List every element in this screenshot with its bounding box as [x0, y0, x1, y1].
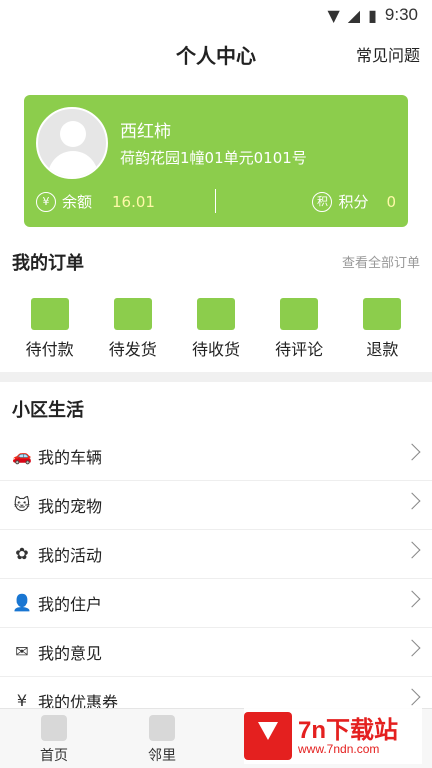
status-bar: ▼ ◢ ▮ 9:30 [0, 0, 432, 30]
order-shortcuts: 待付款 待发货 待收货 待评论 退款 [0, 298, 432, 360]
status-time: 9:30 [384, 5, 418, 24]
box-check-icon [196, 298, 235, 330]
resident-icon: 👤 [12, 593, 32, 612]
view-all-orders-link[interactable]: 查看全部订单 [342, 250, 420, 278]
user-card[interactable]: 西红柿 荷韵花园1幢01单元0101号 ¥ 余额 16.01 积 积分 0 [24, 95, 408, 227]
cat-icon: 🐱 [13, 495, 31, 514]
watermark: 7n下载站 www.7ndn.com [244, 708, 422, 764]
list-item-feedback[interactable]: ✉ 我的意见 [0, 628, 432, 677]
order-pending-review[interactable]: 待评论 [264, 298, 334, 360]
user-address: 荷韵花园1幢01单元0101号 [120, 149, 307, 167]
order-pending-receipt[interactable]: 待收货 [181, 298, 251, 360]
chevron-right-icon [403, 541, 421, 559]
list-item-pets[interactable]: 🐱 我的宠物 [0, 481, 432, 530]
list-item-vehicles[interactable]: 🚗 我的车辆 [0, 432, 432, 481]
neighbor-icon [149, 715, 175, 741]
order-pending-shipment[interactable]: 待发货 [98, 298, 168, 360]
download-icon [244, 712, 292, 760]
community-list: 🚗 我的车辆 🐱 我的宠物 ✿ 我的活动 👤 我的住户 ✉ 我的意见 ¥ 我的优… [0, 432, 432, 726]
community-title: 小区生活 [12, 400, 84, 421]
section-divider [0, 372, 432, 382]
car-icon: 🚗 [12, 446, 32, 465]
order-pending-payment[interactable]: 待付款 [15, 298, 85, 360]
yuan-icon: ¥ [36, 191, 56, 212]
orders-title: 我的订单 [12, 253, 84, 274]
balance-label: 余额 [62, 193, 93, 211]
header: 个人中心 常见问题 [0, 38, 432, 74]
divider [215, 189, 216, 213]
bottom-tabbar: 首页 邻里 7n下载站 www.7ndn.com [0, 708, 432, 768]
points-value: 0 [386, 192, 396, 211]
home-icon [41, 715, 67, 741]
order-refund[interactable]: 退款 [347, 298, 417, 360]
avatar[interactable] [36, 107, 108, 179]
activity-icon: ✿ [15, 544, 29, 563]
faq-link[interactable]: 常见问题 [356, 38, 420, 74]
points-label: 积分 [338, 193, 369, 211]
chevron-right-icon [403, 639, 421, 657]
list-item-residents[interactable]: 👤 我的住户 [0, 579, 432, 628]
points[interactable]: 积 积分 0 [312, 191, 396, 212]
battery-icon: ▮ [368, 5, 377, 25]
orders-header: 我的订单 查看全部订单 [12, 250, 420, 278]
user-name: 西红柿 [120, 122, 171, 142]
chevron-right-icon [403, 443, 421, 461]
balance[interactable]: ¥ 余额 16.01 [36, 191, 155, 212]
wifi-icon: ▼ [327, 5, 340, 25]
comment-edit-icon [280, 298, 319, 330]
feedback-icon: ✉ [15, 642, 29, 661]
signal-icon: ◢ [347, 5, 361, 25]
balance-value: 16.01 [112, 192, 155, 211]
list-item-activities[interactable]: ✿ 我的活动 [0, 530, 432, 579]
points-icon: 积 [312, 191, 333, 212]
chevron-right-icon [403, 590, 421, 608]
chevron-right-icon [403, 688, 421, 706]
tab-neighbor[interactable]: 邻里 [122, 715, 202, 765]
chevron-right-icon [403, 492, 421, 510]
refund-icon [363, 298, 402, 330]
tab-home[interactable]: 首页 [14, 715, 94, 765]
wallet-icon [30, 298, 69, 330]
truck-icon [113, 298, 152, 330]
